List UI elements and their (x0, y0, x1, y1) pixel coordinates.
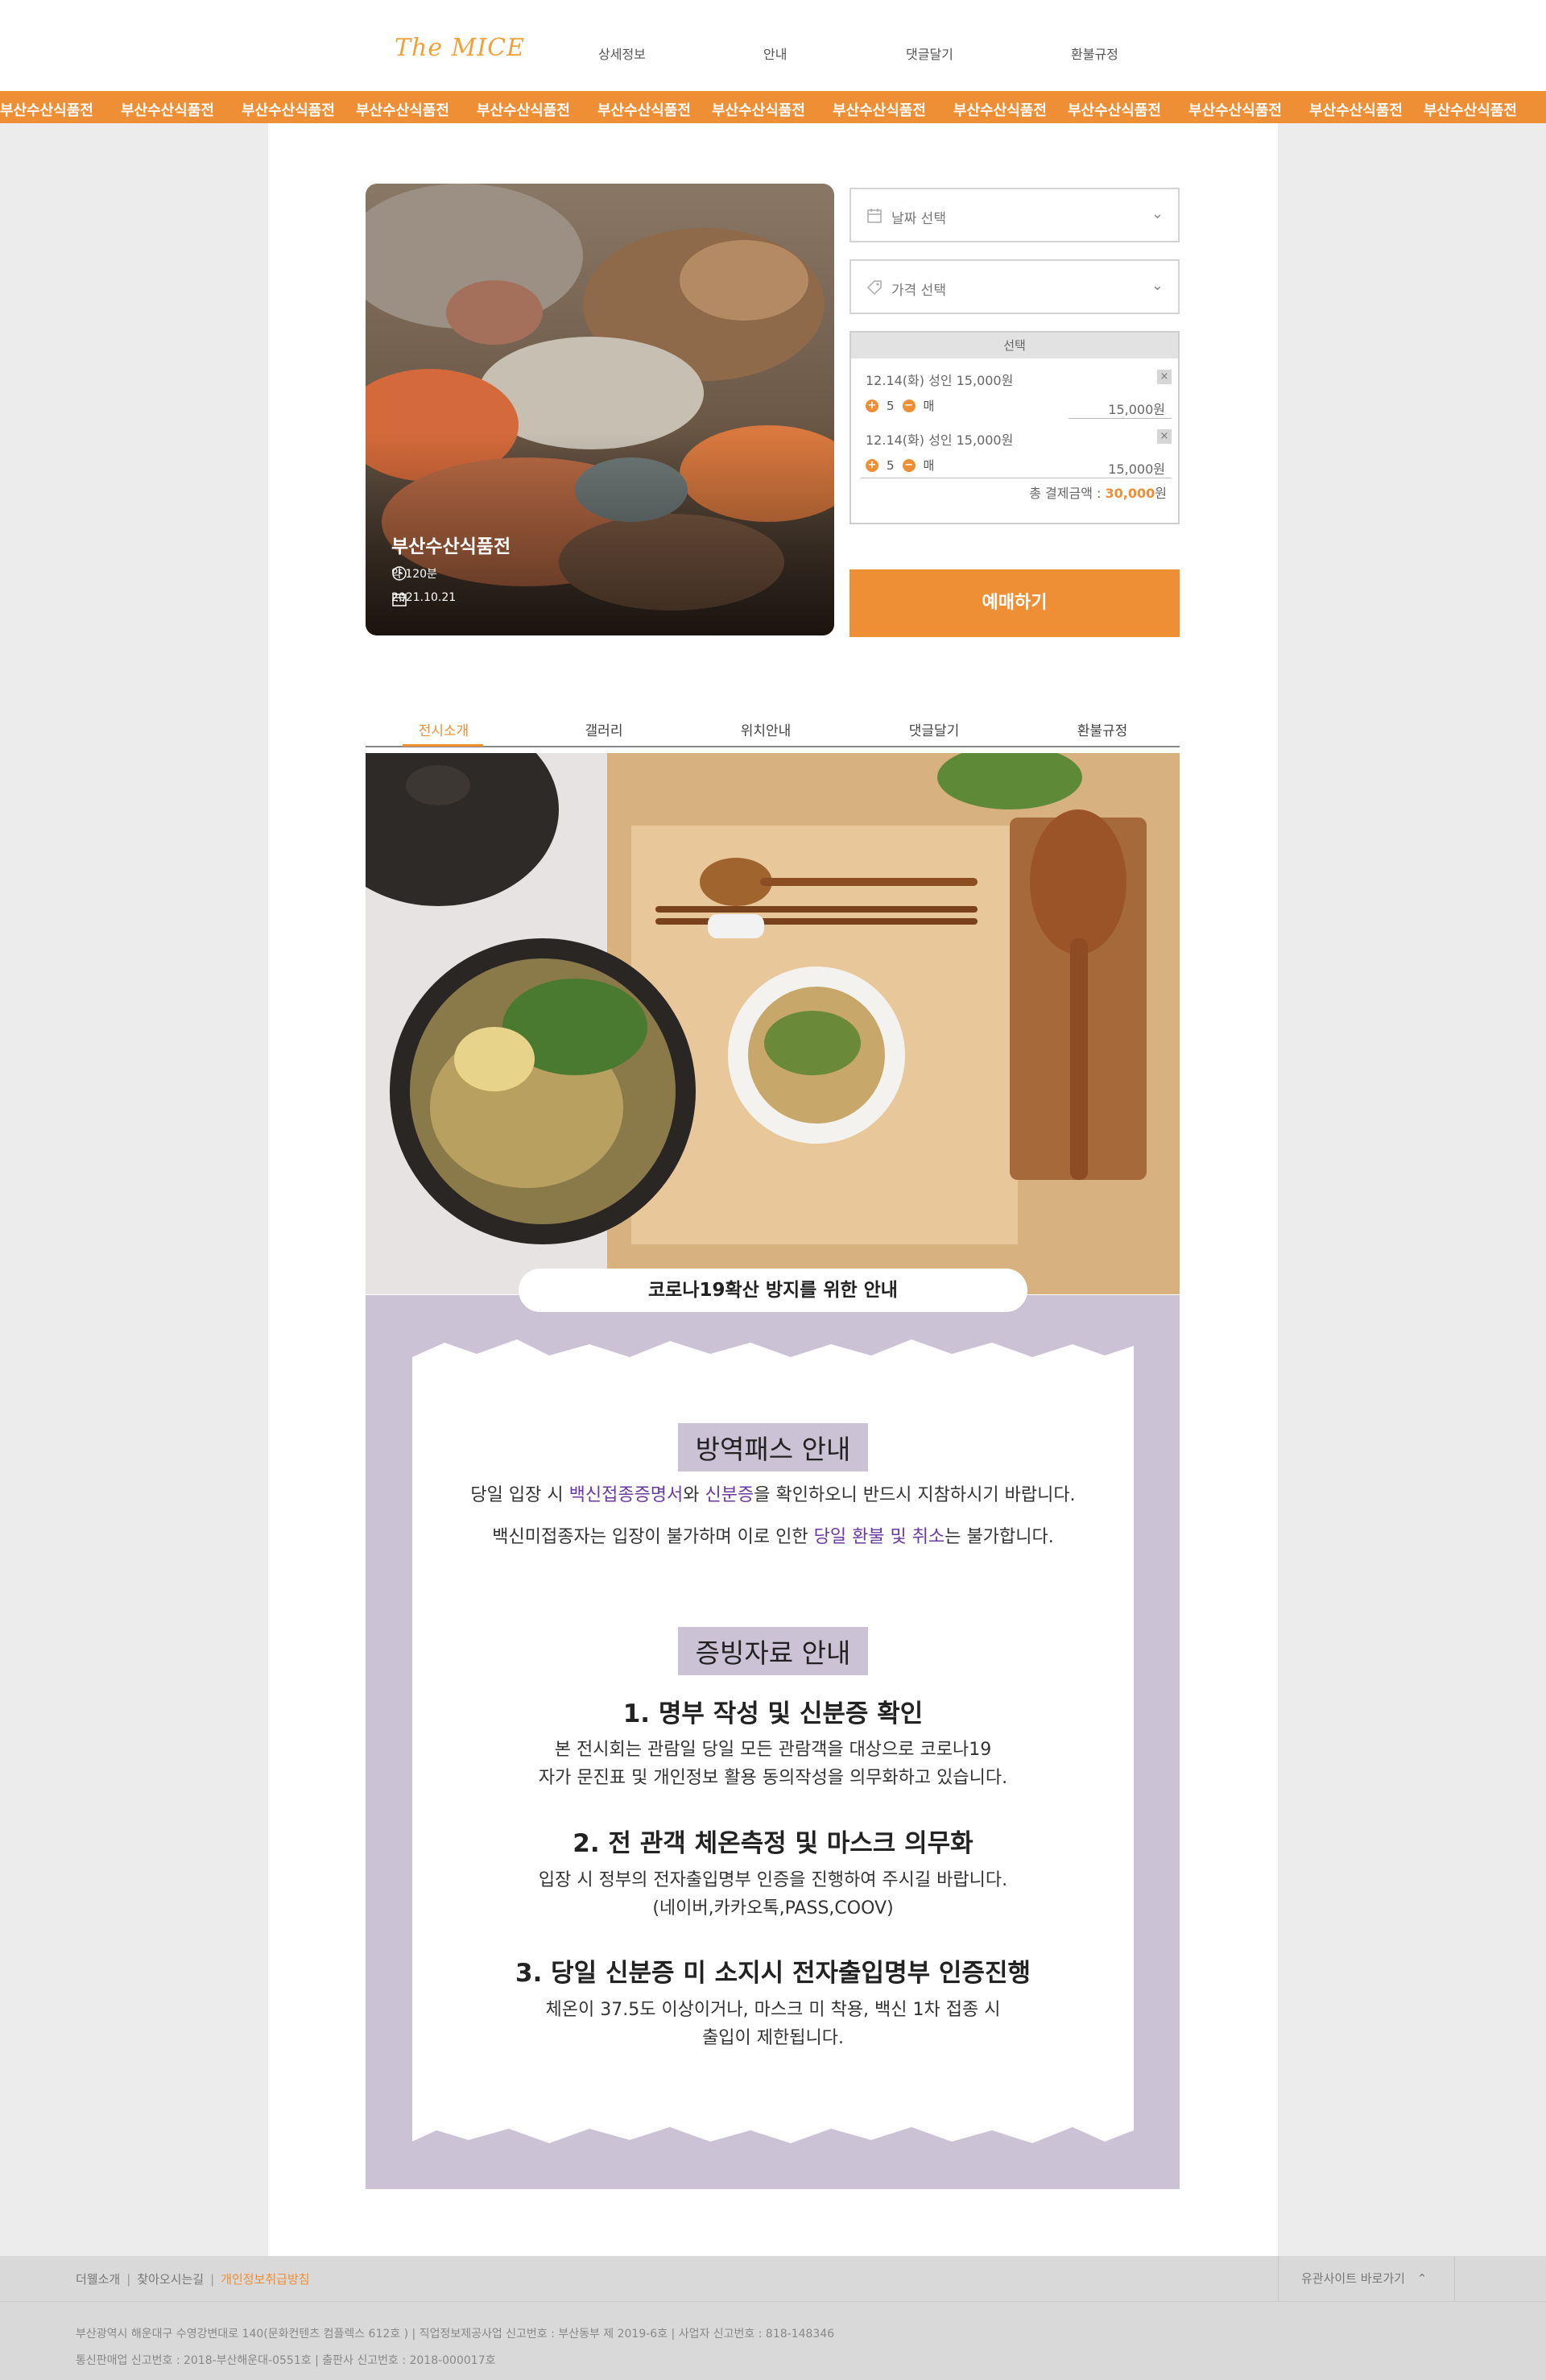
divider (1069, 418, 1172, 419)
price-select-label: 가격 선택 (891, 283, 946, 299)
marquee-item: 부산수산식품전 (953, 102, 1047, 119)
selection-header: 선택 (851, 333, 1178, 358)
item-line: 본 전시회는 관람일 당일 모든 관람객을 대상으로 코로나19 (554, 1740, 992, 1760)
item-line: 체온이 37.5도 이상이거나, 마스크 미 착용, 백신 1차 접종 시 (545, 2000, 1001, 2020)
tab-bar: 전시소개 갤러리 위치안내 댓글달기 환불규정 (366, 715, 1180, 747)
remove-item-button[interactable]: × (1157, 370, 1172, 384)
footer-registry: 통신판매업 신고번호 : 2018-부산해운대-0551호 | 출판사 신고번호… (76, 2354, 496, 2367)
notice-pill: 코로나19확산 방지를 위한 안내 (519, 1269, 1027, 1312)
calendar-icon (392, 593, 407, 606)
pass-notice-line: 백신미접종자는 입장이 불가하며 이로 인한 당일 환불 및 취소는 불가합니다… (492, 1527, 1054, 1547)
logo[interactable]: The MICE (395, 34, 525, 62)
marquee-item: 부산수산식품전 (1309, 102, 1403, 119)
marquee-item: 부산수산식품전 (712, 102, 805, 119)
hotpot-image (366, 753, 1180, 1294)
price-select[interactable]: 가격 선택 ⌄ (849, 259, 1180, 314)
marquee-item: 부산수산식품전 (597, 102, 691, 119)
poster-duration: 약 120분 (391, 565, 437, 582)
item-title: 3. 당일 신분증 미 소지시 전자출입명부 인증진행 (515, 1959, 1031, 1988)
tab-refund[interactable]: 환불규정 (1077, 719, 1128, 739)
tab-intro[interactable]: 전시소개 (419, 719, 469, 739)
nav-link-refund[interactable]: 환불규정 (1071, 43, 1118, 63)
top-nav: The MICE 상세정보 안내 댓글달기 환불규정 (0, 0, 1546, 91)
book-button[interactable]: 예매하기 (849, 569, 1180, 637)
nav-link-guide[interactable]: 안내 (763, 43, 787, 63)
total-label: 총 결제금액 : (1029, 486, 1102, 501)
poster-title: 부산수산식품전 (391, 536, 511, 557)
marquee-strip: 부산수산식품전 부산수산식품전 부산수산식품전 부산수산식품전 부산수산식품전 … (0, 91, 1546, 123)
selection-item-label: 12.14(화) 성인 15,000원 (866, 433, 1014, 448)
marquee-item: 부산수산식품전 (1424, 102, 1517, 119)
item-line: 입장 시 정부의 전자출입명부 인증을 진행하여 주시길 바랍니다. (538, 1870, 1008, 1890)
footer-link-privacy[interactable]: 개인정보취급방침 (221, 2272, 309, 2287)
item-price: 15,000원 (1108, 462, 1165, 477)
family-site-label: 유관사이트 바로가기 (1301, 2271, 1405, 2286)
selection-box: 선택 12.14(화) 성인 15,000원 × + 5 − 매 15,000원… (849, 331, 1180, 524)
section-badge: 방역패스 안내 (677, 1423, 869, 1471)
tab-comments[interactable]: 댓글달기 (909, 719, 960, 739)
total-amount: 총 결제금액 : 30,000원 (1029, 482, 1167, 502)
footer-address: 부산광역시 해운대구 수영강변대로 140(문화컨텐츠 컴플렉스 612호 ) … (76, 2328, 835, 2341)
total-unit: 원 (1155, 486, 1167, 501)
tab-gallery[interactable]: 갤러리 (585, 719, 623, 739)
marquee-item: 부산수산식품전 (1068, 102, 1161, 119)
marquee-item: 부산수산식품전 (242, 102, 335, 119)
nav-link-comments[interactable]: 댓글달기 (906, 43, 953, 63)
item-line: 출입이 제한됩니다. (702, 2028, 844, 2048)
poster-card: 부산수산식품전 약 120분 2021.10.21 (366, 184, 834, 635)
marquee-item: 부산수산식품전 (356, 102, 449, 119)
footer-links: 더웰소개 | 찾아오시는길 | 개인정보취급방침 (76, 2272, 310, 2287)
food-photo (366, 753, 1180, 1294)
pass-notice-line: 당일 입장 시 백신접종증명서와 신분증을 확인하오니 반드시 지참하시기 바랍… (470, 1485, 1076, 1505)
date-select[interactable]: 날짜 선택 ⌄ (849, 188, 1180, 242)
footer-link-about[interactable]: 더웰소개 (76, 2272, 120, 2287)
date-select-label: 날짜 선택 (891, 211, 946, 227)
poster-date: 2021.10.21 (391, 591, 456, 606)
notice-content: 방역패스 안내 당일 입장 시 백신접종증명서와 신분증을 확인하오니 반드시 … (412, 1333, 1134, 2146)
chevron-down-icon: ⌄ (1151, 205, 1164, 222)
footer: 더웰소개 | 찾아오시는길 | 개인정보취급방침 유관사이트 바로가기 ⌃ 부산광역시 … (0, 2256, 1546, 2380)
clock-icon (392, 566, 407, 581)
footer-divider (0, 2301, 1546, 2302)
nav-link-details[interactable]: 상세정보 (598, 43, 646, 63)
item-price: 15,000원 (1108, 402, 1165, 417)
family-site-select[interactable]: 유관사이트 바로가기 ⌃ (1278, 2256, 1455, 2301)
item-title: 2. 전 관객 체온측정 및 마스크 의무화 (573, 1829, 973, 1858)
chevron-down-icon: ⌄ (1151, 277, 1164, 294)
footer-link-directions[interactable]: 찾아오시는길 (137, 2272, 204, 2287)
remove-item-button[interactable]: × (1157, 429, 1172, 444)
selection-item-label: 12.14(화) 성인 15,000원 (866, 373, 1014, 388)
item-line: (네이버,카카오톡,PASS,COOV) (652, 1898, 894, 1918)
marquee-item: 부산수산식품전 (1188, 102, 1282, 119)
marquee-item: 부산수산식품전 (121, 102, 214, 119)
total-value: 30,000 (1105, 486, 1155, 501)
marquee-item: 부산수산식품전 (477, 102, 570, 119)
marquee-item: 부산수산식품전 (833, 102, 926, 119)
section-badge: 증빙자료 안내 (677, 1627, 869, 1675)
chevron-up-icon: ⌃ (1416, 2271, 1428, 2286)
marquee-item: 부산수산식품전 (0, 102, 93, 119)
tab-location[interactable]: 위치안내 (741, 719, 792, 739)
item-title: 1. 명부 작성 및 신분증 확인 (622, 1699, 924, 1728)
tag-icon (866, 280, 882, 296)
item-line: 자가 문진표 및 개인정보 활용 동의작성을 의무화하고 있습니다. (538, 1768, 1008, 1788)
active-tab-indicator (403, 744, 483, 747)
calendar-icon (867, 209, 882, 223)
